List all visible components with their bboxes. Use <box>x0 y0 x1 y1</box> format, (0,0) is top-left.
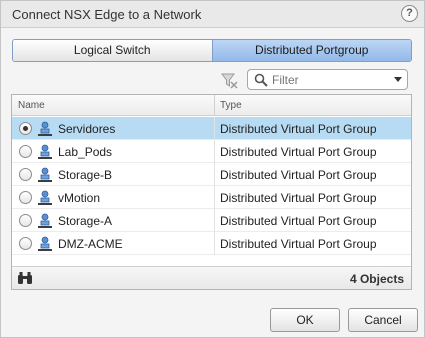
row-radio[interactable] <box>19 145 32 158</box>
portgroup-grid: Name Type Servidores Distributed Virtual… <box>11 94 412 290</box>
row-radio[interactable] <box>19 237 32 250</box>
connect-network-dialog: Connect NSX Edge to a Network ? Logical … <box>0 0 425 338</box>
table-row[interactable]: DMZ-ACME Distributed Virtual Port Group <box>12 232 411 255</box>
row-type: Distributed Virtual Port Group <box>220 191 377 205</box>
cell-divider <box>214 232 215 255</box>
tab-distributed-portgroup[interactable]: Distributed Portgroup <box>212 40 411 61</box>
portgroup-icon <box>38 190 52 205</box>
cell-divider <box>214 117 215 140</box>
chevron-down-icon[interactable] <box>394 77 402 82</box>
cancel-button[interactable]: Cancel <box>348 308 418 332</box>
row-name: DMZ-ACME <box>58 237 123 251</box>
network-type-toggle: Logical Switch Distributed Portgroup <box>12 39 412 62</box>
row-type: Distributed Virtual Port Group <box>220 122 377 136</box>
grid-footer: 4 Objects <box>12 266 411 289</box>
grid-header: Name Type <box>12 95 411 116</box>
binoculars-icon[interactable] <box>17 271 33 285</box>
portgroup-icon <box>38 167 52 182</box>
cell-divider <box>214 186 215 209</box>
column-header-type[interactable]: Type <box>220 100 242 111</box>
dialog-titlebar: Connect NSX Edge to a Network ? <box>1 1 424 28</box>
clear-filter-icon[interactable] <box>220 71 238 89</box>
search-icon <box>254 73 268 87</box>
row-radio[interactable] <box>19 214 32 227</box>
filter-search-box[interactable] <box>247 69 408 90</box>
row-name: Servidores <box>58 122 116 136</box>
row-name: Lab_Pods <box>58 145 113 159</box>
column-divider[interactable] <box>214 95 215 116</box>
dialog-title: Connect NSX Edge to a Network <box>12 7 202 22</box>
row-radio[interactable] <box>19 122 32 135</box>
object-count: 4 Objects <box>349 272 404 286</box>
filter-input[interactable] <box>272 72 387 87</box>
cell-divider <box>214 163 215 186</box>
portgroup-icon <box>38 213 52 228</box>
row-type: Distributed Virtual Port Group <box>220 237 377 251</box>
row-radio[interactable] <box>19 168 32 181</box>
table-row[interactable]: Lab_Pods Distributed Virtual Port Group <box>12 140 411 163</box>
tab-logical-switch[interactable]: Logical Switch <box>13 40 213 61</box>
table-row[interactable]: Storage-A Distributed Virtual Port Group <box>12 209 411 232</box>
row-type: Distributed Virtual Port Group <box>220 145 377 159</box>
portgroup-icon <box>38 236 52 251</box>
table-row[interactable]: vMotion Distributed Virtual Port Group <box>12 186 411 209</box>
portgroup-icon <box>38 121 52 136</box>
cell-divider <box>214 209 215 232</box>
column-header-name[interactable]: Name <box>18 100 45 111</box>
portgroup-icon <box>38 144 52 159</box>
table-row[interactable]: Storage-B Distributed Virtual Port Group <box>12 163 411 186</box>
row-name: Storage-B <box>58 168 113 182</box>
row-radio[interactable] <box>19 191 32 204</box>
cell-divider <box>214 140 215 163</box>
row-name: vMotion <box>58 191 101 205</box>
ok-button[interactable]: OK <box>270 308 340 332</box>
table-row[interactable]: Servidores Distributed Virtual Port Grou… <box>12 117 411 140</box>
grid-rows: Servidores Distributed Virtual Port Grou… <box>12 117 411 255</box>
row-name: Storage-A <box>58 214 113 228</box>
row-type: Distributed Virtual Port Group <box>220 168 377 182</box>
row-type: Distributed Virtual Port Group <box>220 214 377 228</box>
question-mark-icon[interactable]: ? <box>401 5 418 22</box>
